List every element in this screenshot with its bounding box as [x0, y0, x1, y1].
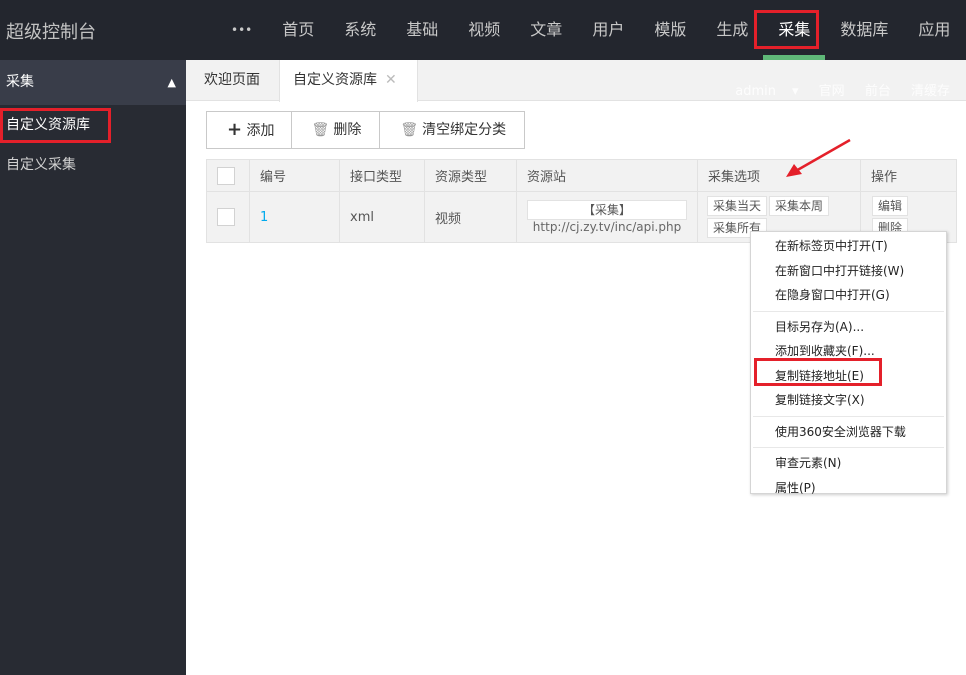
menu-properties[interactable]: 属性(P)	[751, 476, 946, 501]
collect-today-button[interactable]: 采集当天	[707, 196, 768, 216]
sidebar-group-collect[interactable]: 采集 ▲	[0, 60, 186, 105]
username: admin	[735, 84, 776, 99]
nav-system[interactable]: 系统	[329, 0, 391, 60]
collect-week-button[interactable]: 采集本周	[769, 196, 830, 216]
delete-label: 删除	[333, 122, 362, 138]
menu-open-incognito[interactable]: 在隐身窗口中打开(G)	[751, 283, 946, 308]
menu-copy-link-text[interactable]: 复制链接文字(X)	[751, 388, 946, 413]
link-frontend[interactable]: 前台	[865, 84, 891, 99]
top-nav: ••• 首页 系统 基础 视频 文章 用户 模版 生成 采集 数据库 应用	[216, 0, 965, 60]
select-all-checkbox[interactable]	[217, 166, 235, 185]
menu-download-360[interactable]: 使用360安全浏览器下载	[751, 420, 946, 445]
tab-custom-resource[interactable]: 自定义资源库 ✕	[279, 60, 418, 102]
row-checkbox[interactable]	[217, 208, 235, 226]
menu-save-target[interactable]: 目标另存为(A)...	[751, 315, 946, 340]
menu-divider	[753, 310, 944, 312]
toolbar: + 添加 🗑 删除 🗑 清空绑定分类	[206, 111, 526, 149]
nav-database[interactable]: 数据库	[825, 0, 903, 60]
highlight-nav-collect	[754, 10, 819, 49]
nav-video[interactable]: 视频	[453, 0, 515, 60]
nav-article[interactable]: 文章	[515, 0, 577, 60]
trash-icon: 🗑	[311, 122, 330, 138]
user-links: admin ▾ 官网 前台 清缓存	[719, 80, 950, 99]
cell-id: 1	[249, 191, 340, 243]
link-clear-cache[interactable]: 清缓存	[911, 84, 950, 99]
col-id: 编号	[249, 159, 340, 192]
nav-more[interactable]: •••	[216, 0, 267, 60]
edit-button[interactable]: 编辑	[872, 196, 909, 216]
nav-home[interactable]: 首页	[267, 0, 329, 60]
collect-site-button[interactable]: 【采集】	[527, 199, 687, 220]
menu-divider	[753, 415, 944, 417]
col-api-type: 接口类型	[339, 159, 425, 192]
nav-user[interactable]: 用户	[577, 0, 639, 60]
add-button[interactable]: + 添加	[207, 112, 292, 148]
nav-template[interactable]: 模版	[639, 0, 701, 60]
col-resource-type: 资源类型	[424, 159, 517, 192]
highlight-copy-link	[754, 358, 882, 386]
chevron-down-icon: ▾	[792, 84, 799, 99]
cell-resource-type: 视频	[424, 191, 517, 243]
menu-divider	[753, 447, 944, 448]
caret-up-icon: ▲	[167, 76, 176, 89]
delete-button[interactable]: 🗑 删除	[292, 112, 381, 148]
trash-icon: 🗑	[400, 122, 419, 138]
user-menu[interactable]: admin ▾	[719, 84, 798, 99]
col-resource-site: 资源站	[516, 159, 698, 192]
sidebar-group-label: 采集	[6, 74, 34, 90]
tab-label: 欢迎页面	[204, 72, 260, 88]
nav-basic[interactable]: 基础	[391, 0, 453, 60]
cell-api-type: xml	[339, 191, 425, 243]
menu-open-new-window[interactable]: 在新窗口中打开链接(W)	[751, 259, 946, 284]
col-actions: 操作	[860, 159, 957, 192]
menu-inspect[interactable]: 审查元素(N)	[751, 451, 946, 476]
clear-label: 清空绑定分类	[422, 122, 507, 138]
site-url: http://cj.zy.tv/inc/api.php	[532, 219, 682, 234]
top-header: 超级控制台 ••• 首页 系统 基础 视频 文章 用户 模版 生成 采集 数据库…	[0, 0, 966, 60]
tab-label: 自定义资源库	[293, 72, 377, 88]
clear-category-button[interactable]: 🗑 清空绑定分类	[380, 112, 524, 148]
sidebar: 采集 ▲ 自定义资源库 自定义采集	[0, 60, 186, 675]
highlight-sidebar-item	[0, 108, 111, 143]
close-icon[interactable]: ✕	[385, 72, 397, 88]
app-title: 超级控制台	[6, 22, 96, 43]
tab-welcome[interactable]: 欢迎页面	[186, 60, 279, 101]
add-label: 添加	[246, 123, 275, 139]
sidebar-item-custom-collect[interactable]: 自定义采集	[0, 145, 186, 185]
menu-open-new-tab[interactable]: 在新标签页中打开(T)	[751, 234, 946, 259]
annotation-arrow-icon	[786, 138, 851, 177]
link-official[interactable]: 官网	[819, 84, 845, 99]
nav-apps[interactable]: 应用	[903, 0, 965, 60]
plus-icon: +	[227, 119, 243, 140]
